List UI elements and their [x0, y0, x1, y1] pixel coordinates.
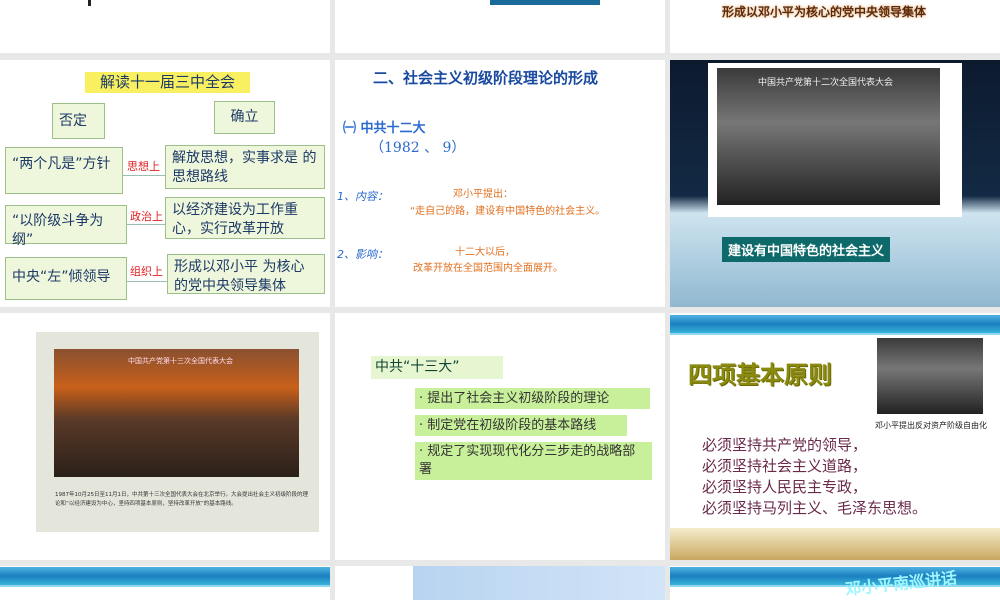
- principle: 必须坚持社会主义道路，: [702, 457, 868, 475]
- influence-label: 2、影响：: [337, 248, 388, 261]
- slide-title: 解读十一届三中全会: [85, 72, 250, 93]
- date: （1982 、 9）: [370, 140, 466, 156]
- skyline-image: [670, 528, 1000, 560]
- slide-thumb-theory[interactable]: 二、社会主义初级阶段理论的形成 ㈠ 中共十二大 （1982 、 9） 1、内容：…: [335, 60, 665, 307]
- photo-banner: 中国共产党第十二次全国代表大会: [758, 78, 894, 88]
- slide-thumb-1[interactable]: [0, 0, 330, 53]
- slide-thumb-row4-1[interactable]: [0, 566, 330, 600]
- content-b: “走自己的路，建设有中国特色的社会主义。: [410, 206, 606, 217]
- establish-box: 确立: [214, 101, 275, 134]
- slide-thumb-row4-3[interactable]: 邓小平南巡讲话: [670, 566, 1000, 600]
- deny-box: 否定: [52, 103, 105, 139]
- establish-item: 解放思想，实事求是 的思想路线: [165, 145, 325, 189]
- slide-thumb-row4-2[interactable]: [335, 566, 665, 600]
- influence-a: 十二大以后，: [455, 247, 515, 258]
- slide-caption: 建设有中国特色的社会主义: [722, 237, 891, 262]
- slide-thumb-12th[interactable]: 中国共产党第十二次全国代表大会 建设有中国特色的社会主义: [670, 60, 1000, 307]
- point: · 制定党在初级阶段的基本路线: [415, 415, 627, 436]
- slide-mark: [88, 0, 91, 6]
- influence-b: 改革开放在全国范围内全面展开。: [413, 263, 563, 274]
- subtitle: ㈠ 中共十二大: [343, 121, 426, 136]
- establish-item: 以经济建设为工作重心，实行改革开放: [165, 197, 325, 239]
- establish-item: 形成以邓小平 为核心的党中央领导集体: [167, 254, 325, 294]
- slide-title: 中共“十三大”: [371, 356, 503, 379]
- photo-banner: 中国共产党第十三次全国代表大会: [128, 357, 233, 365]
- slide-thumb-13th[interactable]: 中共“十三大” · 提出了社会主义初级阶段的理论 · 制定党在初级阶段的基本路线…: [335, 313, 665, 560]
- point: · 规定了实现现代化分三步走的战略部署: [415, 442, 652, 480]
- photo-caption: 邓小平提出反对资产阶级自由化: [875, 421, 987, 430]
- slide-thumb-3[interactable]: 形成以邓小平为核心的党中央领导集体: [670, 0, 1000, 53]
- deny-item: “两个凡是”方针: [5, 147, 123, 194]
- principle: 必须坚持人民民主专政，: [702, 478, 868, 496]
- aspect-label: 思想上: [127, 160, 160, 173]
- point: · 提出了社会主义初级阶段的理论: [415, 388, 650, 409]
- congress-photo: [54, 349, 299, 477]
- photo-caption: 1987年10月25日至11月1日，中共第十三次全国代表大会在北京举行。大会提出…: [55, 492, 308, 507]
- aspect-label: 组织上: [130, 265, 163, 278]
- slide-title: 四项基本原则: [688, 361, 832, 389]
- slide-header-bar: [670, 315, 1000, 335]
- congress-photo: [717, 68, 940, 205]
- content-label: 1、内容：: [337, 190, 388, 203]
- slide-thumb-four-principles[interactable]: 四项基本原则 邓小平提出反对资产阶级自由化 必须坚持共产党的领导， 必须坚持社会…: [670, 313, 1000, 560]
- slide-caption: 形成以邓小平为核心的党中央领导集体: [722, 5, 927, 19]
- slide-title: 二、社会主义初级阶段理论的形成: [372, 69, 598, 87]
- deng-photo: [877, 338, 983, 414]
- content-a: 邓小平提出：: [453, 189, 513, 200]
- deny-item: “以阶级斗争为纲”: [5, 205, 127, 248]
- principle: 必须坚持马列主义、毛泽东思想。: [702, 499, 928, 517]
- deny-item: 中央“左”倾领导: [5, 257, 127, 300]
- principle: 必须坚持共产党的领导，: [702, 436, 868, 454]
- aspect-label: 政治上: [130, 210, 163, 223]
- slide-title-cut: [490, 0, 600, 5]
- slide-thumb-2[interactable]: [335, 0, 665, 53]
- slide-thumb-13th-photo[interactable]: 中国共产党第十三次全国代表大会 1987年10月25日至11月1日，中共第十三次…: [0, 313, 330, 560]
- sky-photo: [413, 566, 665, 600]
- slide-thumb-jiedu[interactable]: 解读十一届三中全会 否定 确立 “两个凡是”方针 思想上 解放思想，实事求是 的…: [0, 60, 330, 307]
- slide-header-bar: [0, 567, 330, 587]
